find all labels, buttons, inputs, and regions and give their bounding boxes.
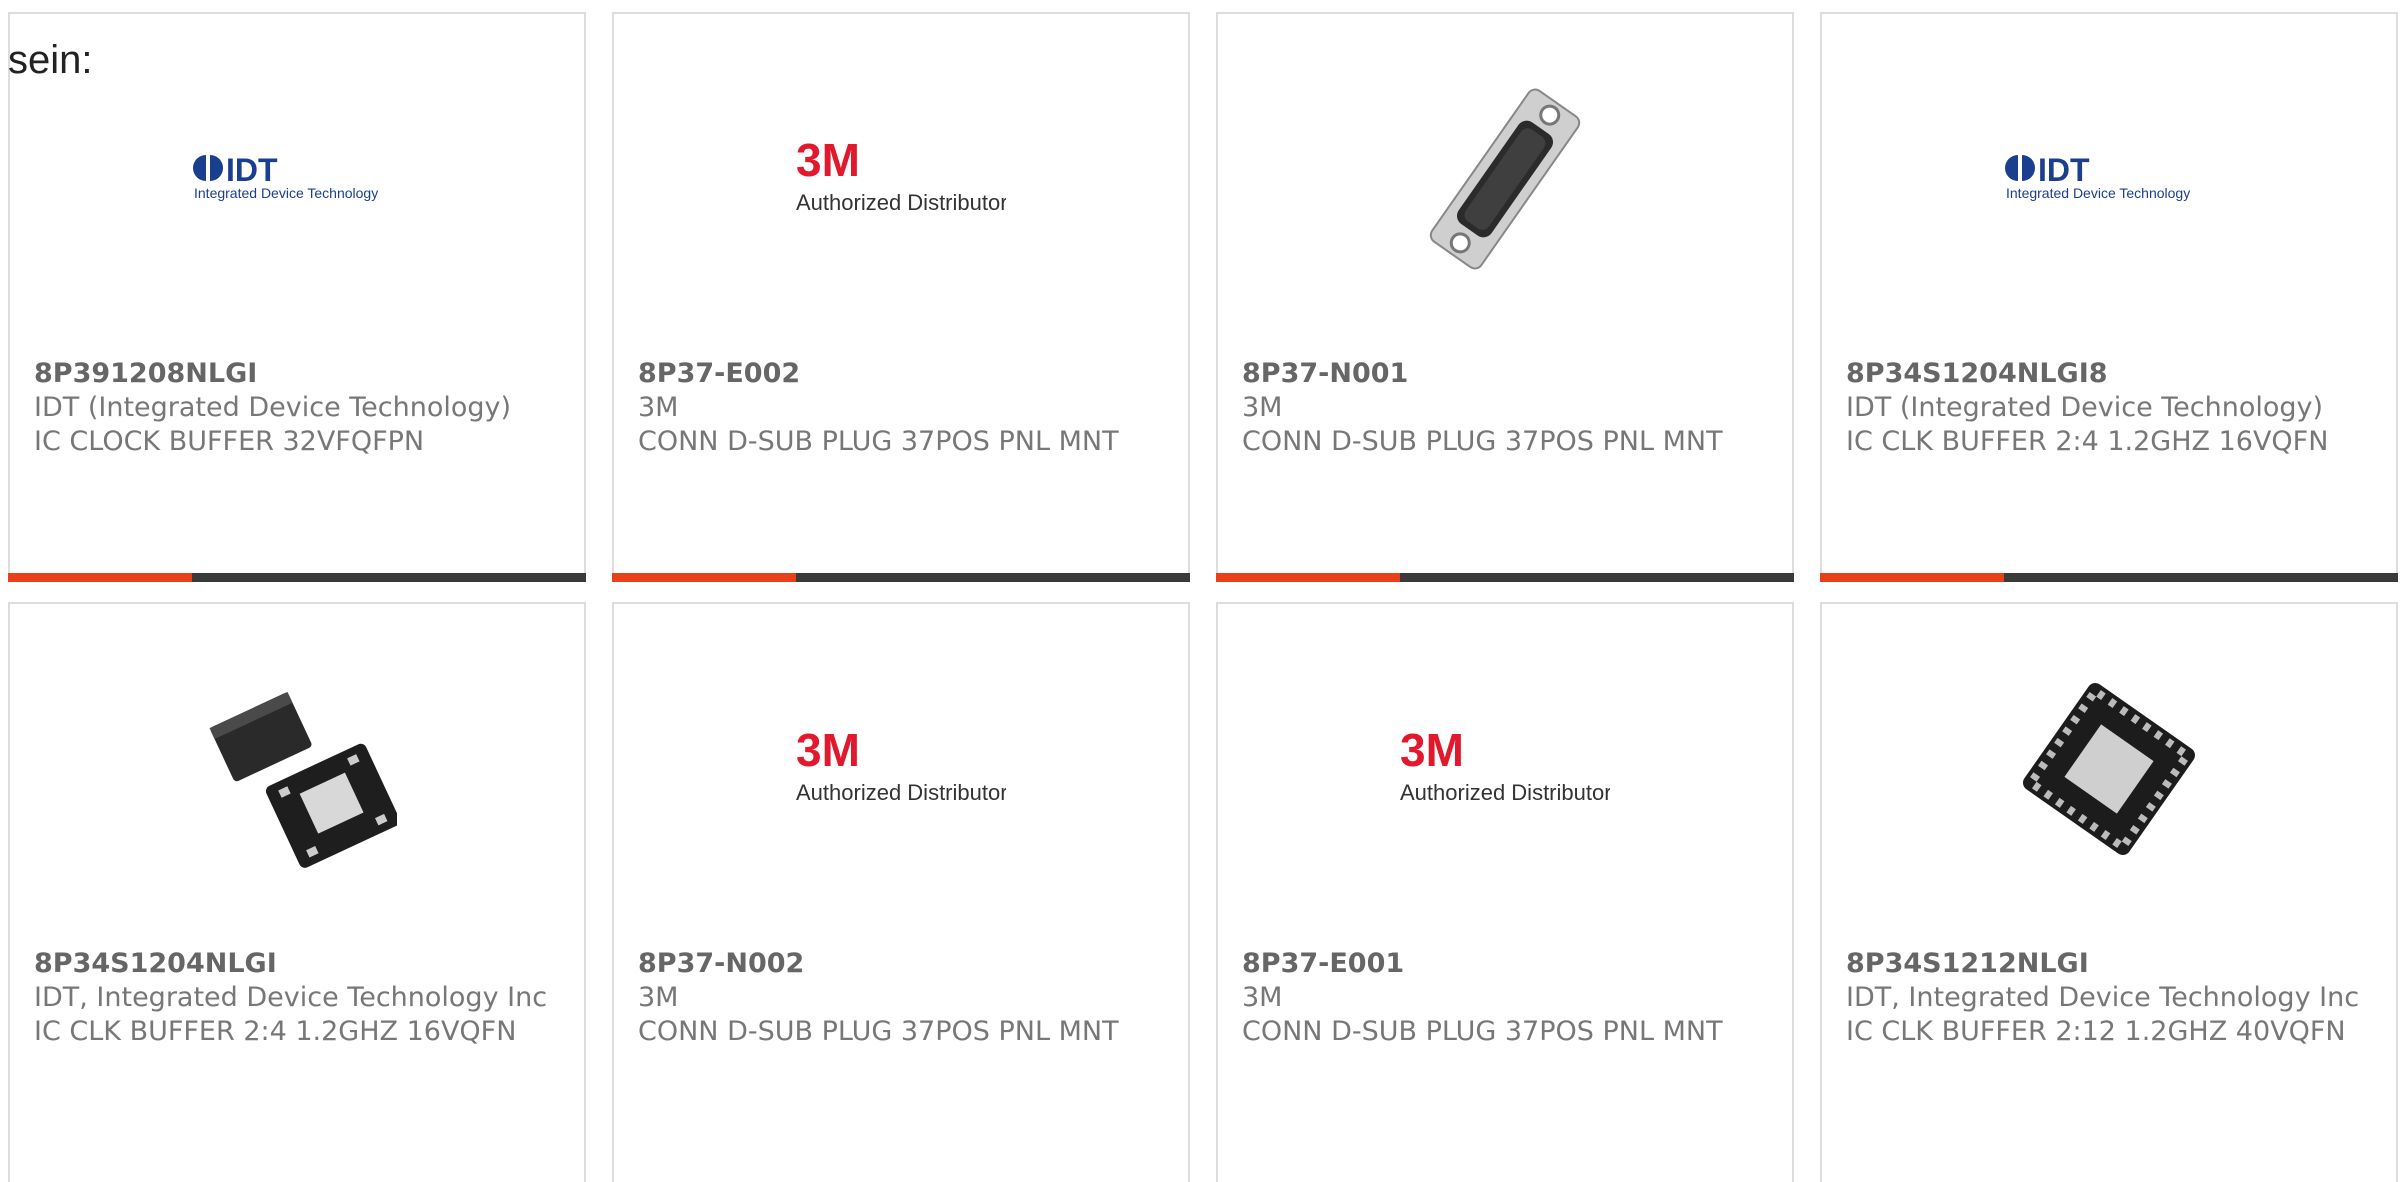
svg-text:IDT: IDT xyxy=(226,152,278,188)
svg-text:3M: 3M xyxy=(796,134,860,186)
svg-text:3M: 3M xyxy=(796,724,860,776)
part-number[interactable]: 8P34S1204NLGI xyxy=(34,947,564,981)
part-number[interactable]: 8P37-N001 xyxy=(1242,357,1772,391)
svg-text:Integrated Device Technology: Integrated Device Technology xyxy=(194,185,378,201)
card-accent-bar xyxy=(1820,573,2398,582)
part-number[interactable]: 8P391208NLGI xyxy=(34,357,564,391)
manufacturer: IDT, Integrated Device Technology Inc xyxy=(34,982,548,1013)
product-card[interactable]: 3M Authorized Distributor 8P37-N002 3M C… xyxy=(612,602,1190,1182)
product-image[interactable]: 3M Authorized Distributor xyxy=(1218,604,1792,934)
card-accent-bar xyxy=(8,573,586,582)
description: IC CLK BUFFER 2:4 1.2GHZ 16VQFN xyxy=(1846,426,2329,457)
manufacturer: 3M xyxy=(1242,982,1283,1013)
description: CONN D-SUB PLUG 37POS PNL MNT xyxy=(1242,426,1723,457)
product-card[interactable]: 8P34S1212NLGI IDT, Integrated Device Tec… xyxy=(1820,602,2398,1182)
card-accent-bar xyxy=(1216,573,1794,582)
3m-logo: 3M Authorized Distributor xyxy=(796,724,1006,805)
product-image[interactable]: 3M Authorized Distributor xyxy=(614,604,1188,934)
product-card[interactable]: 3M Authorized Distributor 8P37-E001 3M C… xyxy=(1216,602,1794,1182)
qfn40-chip-photo xyxy=(2023,683,2195,855)
product-image[interactable] xyxy=(10,604,584,934)
manufacturer: 3M xyxy=(1242,392,1283,423)
dsub-connector-photo xyxy=(1429,88,1581,270)
part-number[interactable]: 8P34S1204NLGI8 xyxy=(1846,357,2376,391)
part-number[interactable]: 8P37-E002 xyxy=(638,357,1168,391)
svg-text:Authorized Distributor: Authorized Distributor xyxy=(796,780,1006,805)
manufacturer: 3M xyxy=(638,392,679,423)
product-card[interactable]: 8P37-N001 3M CONN D-SUB PLUG 37POS PNL M… xyxy=(1216,12,1794,582)
product-card[interactable]: IDT Integrated Device Technology 8P39120… xyxy=(8,12,586,582)
description: IC CLOCK BUFFER 32VFQFPN xyxy=(34,426,425,457)
qfn-chip-photo xyxy=(209,691,397,868)
3m-logo: 3M Authorized Distributor xyxy=(1400,724,1610,805)
product-image[interactable] xyxy=(1822,604,2396,934)
idt-logo: IDT Integrated Device Technology xyxy=(2005,152,2190,201)
part-number[interactable]: 8P37-E001 xyxy=(1242,947,1772,981)
svg-text:Authorized Distributor: Authorized Distributor xyxy=(1400,780,1610,805)
card-accent-bar xyxy=(612,573,1190,582)
manufacturer: IDT, Integrated Device Technology Inc xyxy=(1846,982,2360,1013)
description: CONN D-SUB PLUG 37POS PNL MNT xyxy=(638,1016,1119,1047)
3m-logo: 3M Authorized Distributor xyxy=(796,134,1006,215)
product-image[interactable]: IDT Integrated Device Technology xyxy=(10,14,584,344)
intro-text: sein: xyxy=(8,38,93,82)
product-card[interactable]: IDT Integrated Device Technology 8P34S12… xyxy=(1820,12,2398,582)
part-number[interactable]: 8P37-N002 xyxy=(638,947,1168,981)
product-card[interactable]: 8P34S1204NLGI IDT, Integrated Device Tec… xyxy=(8,602,586,1182)
svg-text:IDT: IDT xyxy=(2038,152,2090,188)
manufacturer: IDT (Integrated Device Technology) xyxy=(1846,392,2324,423)
part-number[interactable]: 8P34S1212NLGI xyxy=(1846,947,2376,981)
product-card[interactable]: 3M Authorized Distributor 8P37-E002 3M C… xyxy=(612,12,1190,582)
description: IC CLK BUFFER 2:12 1.2GHZ 40VQFN xyxy=(1846,1016,2346,1047)
manufacturer: 3M xyxy=(638,982,679,1013)
svg-text:Authorized Distributor: Authorized Distributor xyxy=(796,190,1006,215)
idt-logo: IDT Integrated Device Technology xyxy=(193,152,378,201)
svg-text:3M: 3M xyxy=(1400,724,1464,776)
product-image[interactable] xyxy=(1218,14,1792,344)
manufacturer: IDT (Integrated Device Technology) xyxy=(34,392,512,423)
description: IC CLK BUFFER 2:4 1.2GHZ 16VQFN xyxy=(34,1016,517,1047)
description: CONN D-SUB PLUG 37POS PNL MNT xyxy=(1242,1016,1723,1047)
product-image[interactable]: IDT Integrated Device Technology xyxy=(1822,14,2396,344)
product-image[interactable]: 3M Authorized Distributor xyxy=(614,14,1188,344)
description: CONN D-SUB PLUG 37POS PNL MNT xyxy=(638,426,1119,457)
svg-text:Integrated Device Technology: Integrated Device Technology xyxy=(2006,185,2190,201)
